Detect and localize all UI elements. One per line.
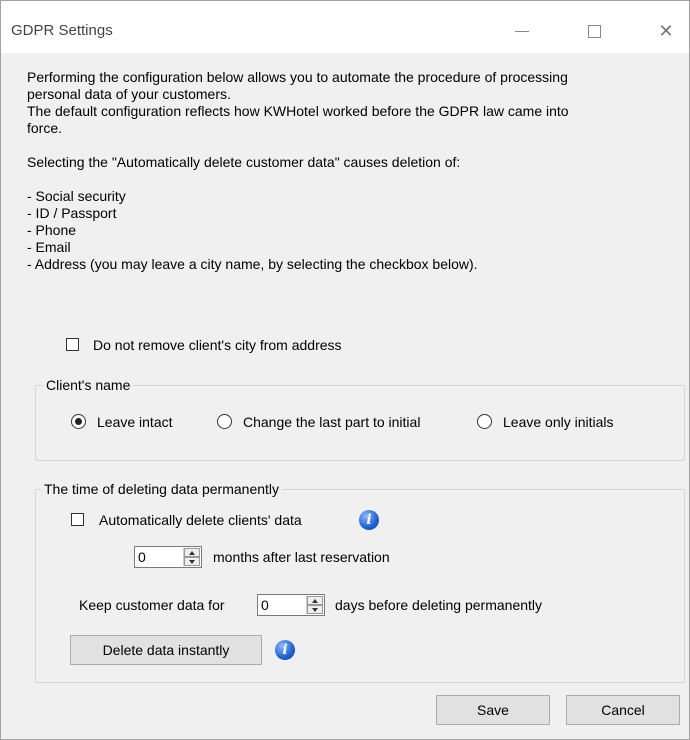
window-title: GDPR Settings xyxy=(11,22,113,39)
intro-line-1: Performing the configuration below allow… xyxy=(27,69,568,85)
minimize-icon xyxy=(515,30,529,32)
list-item: - ID / Passport xyxy=(27,205,117,221)
list-item: - Phone xyxy=(27,222,77,238)
maximize-button[interactable] xyxy=(571,11,617,51)
list-item: - Social security xyxy=(27,188,126,204)
info-icon[interactable]: i xyxy=(359,510,379,530)
deletion-time-legend: The time of deleting data permanently xyxy=(41,481,283,498)
keep-city-label[interactable]: Do not remove client's city from address xyxy=(93,337,342,354)
cancel-button[interactable]: Cancel xyxy=(566,695,680,725)
info-icon[interactable]: i xyxy=(275,640,295,660)
keep-data-suffix: days before deleting permanently xyxy=(335,597,543,613)
dialog-content: Performing the configuration below allow… xyxy=(1,53,689,739)
months-label: months after last reservation xyxy=(213,549,390,565)
title-bar: GDPR Settings ✕ xyxy=(1,1,689,53)
radio-only-initials-label[interactable]: Leave only initials xyxy=(503,414,614,431)
client-name-legend: Client's name xyxy=(43,377,134,394)
months-up-arrow-icon[interactable] xyxy=(184,548,200,557)
intro-line-4: force. xyxy=(27,120,63,136)
radio-change-last-part-label[interactable]: Change the last part to initial xyxy=(243,414,420,431)
close-button[interactable]: ✕ xyxy=(643,11,689,51)
minimize-button[interactable] xyxy=(499,11,545,51)
auto-delete-checkbox[interactable] xyxy=(71,513,84,526)
maximize-icon xyxy=(587,24,601,38)
auto-delete-label[interactable]: Automatically delete clients' data xyxy=(99,512,302,529)
radio-leave-intact[interactable] xyxy=(71,414,86,429)
days-up-arrow-icon[interactable] xyxy=(307,596,323,605)
radio-change-last-part[interactable] xyxy=(217,414,232,429)
keep-data-prefix: Keep customer data for xyxy=(79,597,225,613)
intro-line-5: Selecting the "Automatically delete cust… xyxy=(27,154,461,170)
keep-city-checkbox[interactable] xyxy=(66,338,79,351)
list-item: - Email xyxy=(27,239,71,255)
close-icon: ✕ xyxy=(658,20,674,41)
days-value: 0 xyxy=(261,597,269,613)
intro-line-2: personal data of your customers. xyxy=(27,86,231,102)
months-stepper[interactable]: 0 xyxy=(134,546,202,568)
intro-line-3: The default configuration reflects how K… xyxy=(27,103,569,119)
days-stepper[interactable]: 0 xyxy=(257,594,325,616)
radio-only-initials[interactable] xyxy=(477,414,492,429)
months-down-arrow-icon[interactable] xyxy=(184,557,200,566)
months-value: 0 xyxy=(138,549,146,565)
delete-instantly-button[interactable]: Delete data instantly xyxy=(70,635,262,665)
days-down-arrow-icon[interactable] xyxy=(307,605,323,614)
list-item: - Address (you may leave a city name, by… xyxy=(27,256,478,272)
radio-leave-intact-label[interactable]: Leave intact xyxy=(97,414,173,431)
save-button[interactable]: Save xyxy=(436,695,550,725)
gdpr-settings-window: GDPR Settings ✕ Performing the configura… xyxy=(0,0,690,740)
